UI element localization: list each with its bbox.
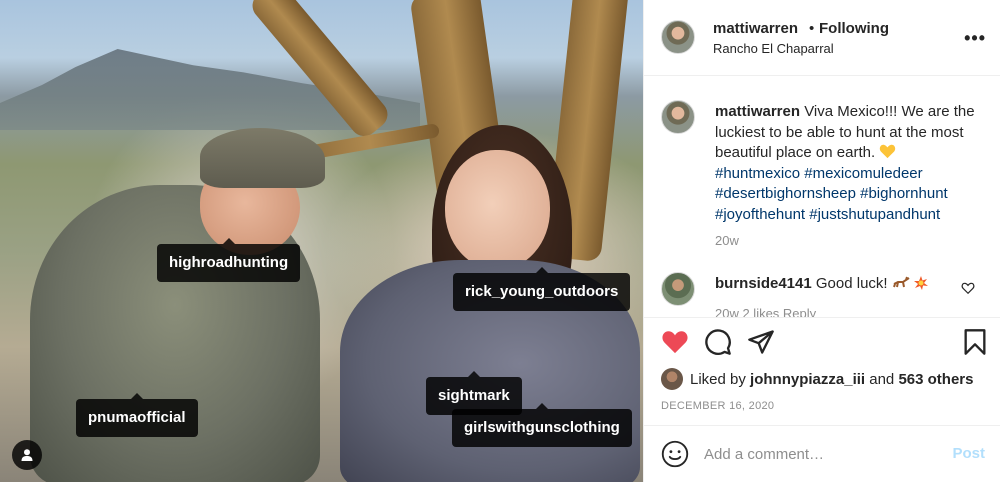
post-header: mattiwarren • Following Rancho El Chapar… <box>644 0 1000 76</box>
bookmark-icon[interactable] <box>961 328 989 356</box>
commenter-avatar[interactable] <box>661 272 695 306</box>
hashtag-link[interactable]: #bighornhunt <box>860 185 948 202</box>
more-icon[interactable]: ••• <box>964 28 986 49</box>
hashtag-link[interactable]: #joyofthehunt <box>715 206 805 223</box>
hashtag-link[interactable]: #huntmexico <box>715 165 800 182</box>
heart-filled-icon[interactable] <box>661 328 689 356</box>
post-photo[interactable]: highroadhunting rick_young_outdoors sigh… <box>0 0 643 482</box>
likes-prefix: Liked by <box>690 370 746 388</box>
location-link[interactable]: Rancho El Chaparral <box>713 41 834 56</box>
hashtag-link[interactable]: #mexicomuledeer <box>804 165 922 182</box>
commenter-username[interactable]: burnside4141 <box>715 275 812 292</box>
post-side-panel: mattiwarren • Following Rancho El Chapar… <box>643 0 1000 482</box>
user-icon <box>21 449 33 461</box>
caption-age: 20w <box>715 233 739 248</box>
comment-input[interactable] <box>704 441 934 467</box>
comment-body: Good luck! <box>815 275 888 292</box>
following-button[interactable]: Following <box>819 20 889 37</box>
photo-tag[interactable]: pnumaofficial <box>76 393 198 437</box>
comment-text: burnside4141 Good luck! <box>715 275 928 292</box>
hashtag-link[interactable]: #justshutupandhunt <box>809 206 940 223</box>
author-username[interactable]: mattiwarren <box>713 20 798 37</box>
yellow-heart-icon <box>880 144 896 159</box>
share-icon[interactable] <box>747 328 775 356</box>
comment-meta: 20w 2 likes Reply <box>715 306 817 317</box>
post-actions: Liked by johnnypiazza_iii and 563 others… <box>644 317 1000 425</box>
photo-tag[interactable]: girlswithgunsclothing <box>452 403 632 447</box>
add-comment-bar: Post <box>644 425 1000 482</box>
caption-text: mattiwarren Viva Mexico!!! We are the lu… <box>715 102 987 225</box>
tagged-users-button[interactable] <box>12 440 42 470</box>
likes-summary: Liked by johnnypiazza_iii and 563 others <box>661 368 974 390</box>
post-date: DECEMBER 16, 2020 <box>661 400 775 412</box>
collision-emoji-icon <box>913 276 928 290</box>
author-avatar[interactable] <box>661 20 695 54</box>
woman-face <box>445 150 550 270</box>
deer-emoji-icon <box>892 276 910 288</box>
caption-username[interactable]: mattiwarren <box>715 103 800 120</box>
likes-joiner: and <box>869 370 895 388</box>
comment-icon[interactable] <box>704 328 732 356</box>
emoji-icon[interactable] <box>661 440 689 468</box>
comments-list[interactable]: mattiwarren Viva Mexico!!! We are the lu… <box>644 77 1000 317</box>
photo-tag[interactable]: rick_young_outdoors <box>453 267 631 311</box>
author-avatar[interactable] <box>661 100 695 134</box>
likes-count-link[interactable]: 563 others <box>898 371 973 388</box>
comment-like-icon[interactable] <box>961 281 975 295</box>
hashtag-link[interactable]: #desertbighornsheep <box>715 185 856 202</box>
post-comment-button[interactable]: Post <box>952 445 985 462</box>
photo-tag[interactable]: highroadhunting <box>157 238 301 282</box>
man-cap <box>200 128 325 188</box>
separator-dot: • <box>809 20 815 37</box>
liker-username[interactable]: johnnypiazza_iii <box>750 371 865 388</box>
liker-avatar[interactable] <box>661 368 683 390</box>
